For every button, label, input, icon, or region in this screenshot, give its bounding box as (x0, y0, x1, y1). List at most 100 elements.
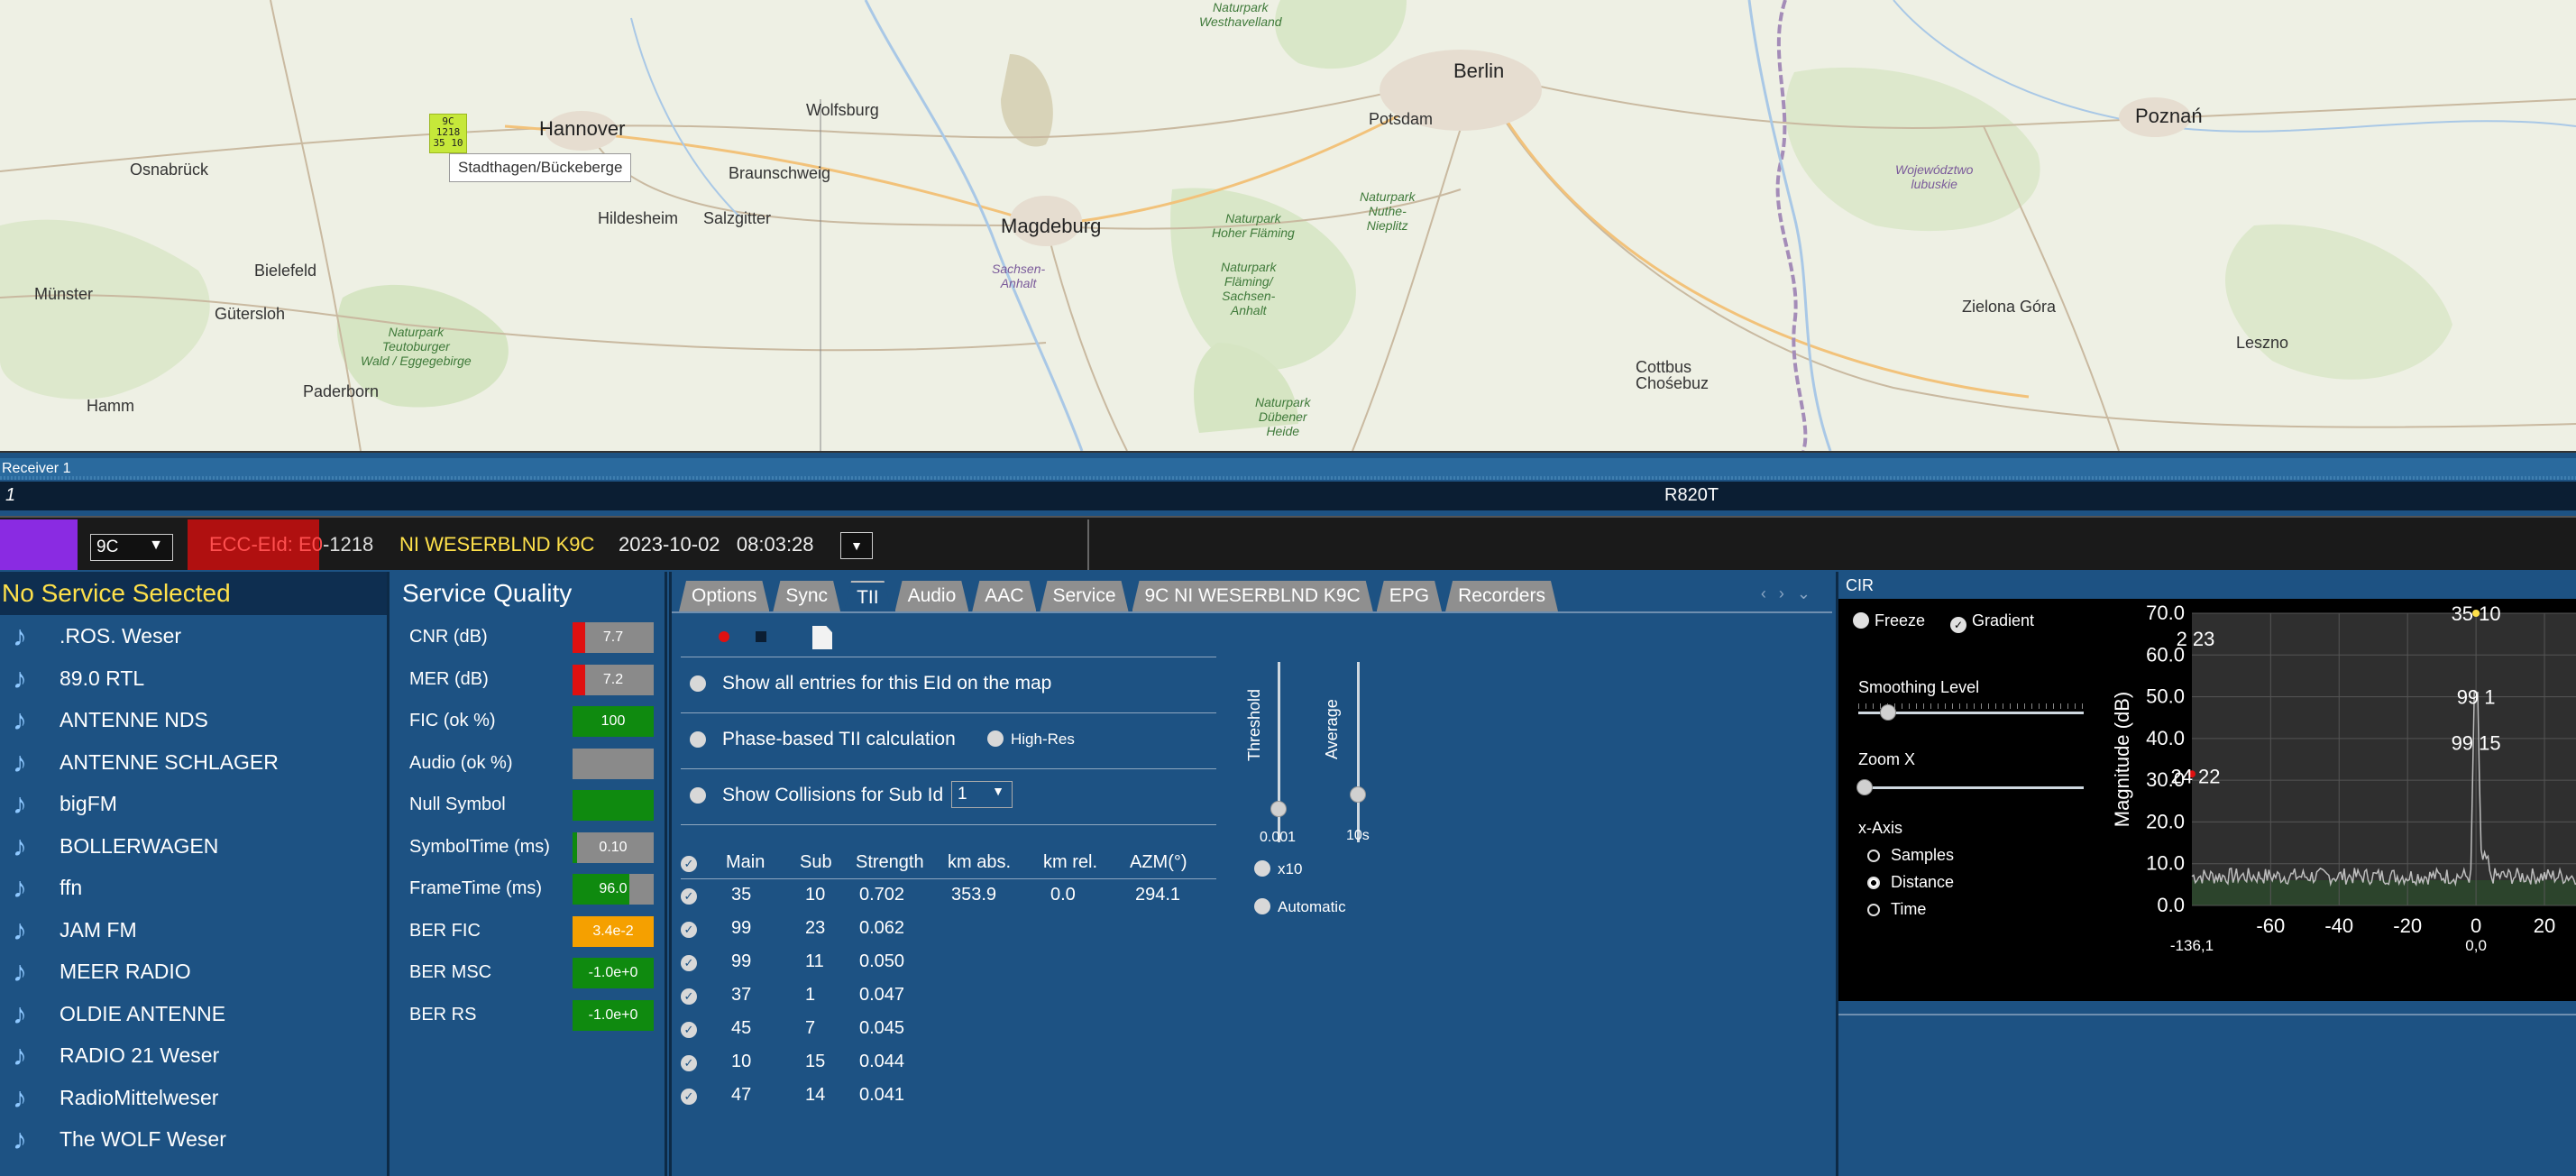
row-checkbox[interactable]: ✓ (681, 922, 697, 938)
table-cell (1130, 1012, 1211, 1045)
x-axis-option-samples[interactable]: Samples (1867, 846, 1954, 865)
phase-based-option[interactable]: Phase-based TII calculation (690, 729, 956, 750)
radio-button[interactable] (1867, 877, 1880, 889)
table-row[interactable]: ✓ 47 14 0.041 (681, 1079, 1211, 1112)
row-checkbox[interactable]: ✓ (681, 888, 697, 905)
zoom-slider[interactable] (1858, 786, 2084, 789)
row-checkbox[interactable]: ✓ (681, 955, 697, 971)
quality-row: FrameTime (ms) 96.0 (397, 867, 665, 909)
gradient-checkbox[interactable]: ✓ Gradient (1950, 611, 2034, 633)
table-row[interactable]: ✓ 35 10 0.702 353.9 0.0 294.1 (681, 878, 1211, 912)
channel-select[interactable]: 9C ▼ (90, 534, 173, 561)
average-slider-handle[interactable] (1350, 786, 1366, 803)
table-row[interactable]: ✓ 10 15 0.044 (681, 1045, 1211, 1079)
chevron-down-icon[interactable]: ⌄ (1797, 584, 1823, 602)
checkbox[interactable]: ✓ (1950, 617, 1966, 633)
zoom-slider-handle[interactable] (1856, 779, 1873, 795)
table-cell: 10 (731, 1052, 752, 1071)
divider (681, 824, 1216, 825)
service-item[interactable]: ♪ OLDIE ANTENNE (0, 993, 387, 1035)
quality-value: 0.10 (599, 839, 628, 855)
peak-label: 99 1 (2457, 686, 2496, 709)
tab-options[interactable]: Options (679, 581, 769, 611)
service-item[interactable]: ♪ MEER RADIO (0, 951, 387, 993)
high-res-option[interactable]: High-Res (987, 730, 1075, 749)
service-item[interactable]: ♪ .ROS. Weser (0, 615, 387, 657)
tab-9c-ni-weserblnd-k9c[interactable]: 9C NI WESERBLND K9C (1132, 581, 1373, 611)
table-cell: 353.9 (951, 885, 997, 905)
row-checkbox[interactable]: ✓ (681, 988, 697, 1005)
tab-navigation[interactable]: ‹›⌄ (1761, 584, 1823, 603)
radio-button[interactable] (690, 787, 706, 804)
menu-dropdown-button[interactable]: ▼ (840, 532, 873, 559)
radio-button[interactable] (690, 731, 706, 748)
chevron-right-icon[interactable]: › (1779, 584, 1797, 602)
table-cell: 0.050 (859, 951, 905, 971)
smoothing-slider-handle[interactable] (1880, 704, 1896, 721)
quality-label: BER MSC (409, 962, 492, 982)
radio-button[interactable] (1254, 898, 1270, 914)
music-note-icon: ♪ (13, 703, 27, 736)
quality-meter (573, 748, 654, 779)
table-row[interactable]: ✓ 37 1 0.047 (681, 978, 1211, 1012)
threshold-slider-handle[interactable] (1270, 801, 1287, 817)
tab-recorders[interactable]: Recorders (1445, 581, 1558, 611)
radio-button[interactable] (1254, 860, 1270, 877)
table-cell: 10 (805, 885, 826, 905)
service-item[interactable]: ♪ RADIO 21 Weser (0, 1034, 387, 1077)
x-axis-option-time[interactable]: Time (1867, 900, 1926, 919)
table-row[interactable]: ✓ 45 7 0.045 (681, 1012, 1211, 1045)
row-checkbox[interactable]: ✓ (681, 1089, 697, 1105)
chevron-left-icon[interactable]: ‹ (1761, 584, 1779, 602)
service-item[interactable]: ♪ ANTENNE SCHLAGER (0, 741, 387, 784)
radio-button[interactable] (1867, 904, 1880, 916)
tab-epg[interactable]: EPG (1377, 581, 1442, 611)
average-slider[interactable] (1357, 662, 1360, 842)
tab-service[interactable]: Service (1040, 581, 1128, 611)
radio-button[interactable] (987, 730, 1004, 747)
row-checkbox[interactable]: ✓ (681, 1055, 697, 1071)
music-note-icon: ♪ (13, 1039, 27, 1071)
tab-audio[interactable]: Audio (895, 581, 969, 611)
automatic-option[interactable]: Automatic (1254, 898, 1346, 916)
sub-id-select[interactable]: 1 ▼ (951, 781, 1013, 808)
x-axis-option-distance[interactable]: Distance (1867, 873, 1954, 892)
tab-tii[interactable]: TII (844, 581, 892, 611)
service-item[interactable]: ♪ ANTENNE NDS (0, 699, 387, 741)
transmitter-marker[interactable]: 9C 1218 35 10 (429, 114, 467, 153)
row-checkbox[interactable]: ✓ (681, 1022, 697, 1038)
checkbox[interactable] (1853, 612, 1869, 629)
x10-option[interactable]: x10 (1254, 860, 1302, 878)
map-city-label: Paderborn (303, 382, 380, 400)
service-item[interactable]: ♪ JAM FM (0, 909, 387, 951)
service-item[interactable]: ♪ The WOLF Weser (0, 1118, 387, 1161)
document-icon[interactable] (812, 626, 832, 649)
service-item[interactable]: ♪ bigFM (0, 783, 387, 825)
column-header: km abs. (948, 851, 1012, 872)
map-view[interactable]: Berlin Hannover Magdeburg Poznań Osnabrü… (0, 0, 2576, 453)
channel-value: 9C (96, 537, 119, 556)
record-icon[interactable] (719, 631, 729, 642)
select-all-checkbox[interactable]: ✓ (681, 855, 697, 872)
table-row[interactable]: ✓ 99 23 0.062 (681, 912, 1211, 945)
ecc-eid: ECC-EId: E0-1218 (209, 533, 374, 556)
tab-sync[interactable]: Sync (773, 581, 840, 611)
service-item[interactable]: ♪ BOLLERWAGEN (0, 825, 387, 868)
stop-icon[interactable] (756, 631, 766, 642)
show-all-option[interactable]: Show all entries for this EId on the map (690, 673, 1051, 694)
service-item[interactable]: ♪ 89.0 RTL (0, 657, 387, 700)
table-cell (1130, 1079, 1211, 1112)
table-cell: 35 (731, 885, 752, 905)
service-item[interactable]: ♪ ffn (0, 867, 387, 909)
table-row[interactable]: ✓ 99 11 0.050 (681, 945, 1211, 978)
freeze-checkbox[interactable]: Freeze (1853, 611, 1925, 630)
collisions-option[interactable]: Show Collisions for Sub Id (690, 785, 943, 806)
threshold-value: 0.001 (1260, 830, 1297, 845)
radio-button[interactable] (1867, 850, 1880, 862)
map-city-label: Leszno (2236, 334, 2289, 352)
tab-aac[interactable]: AAC (972, 581, 1036, 611)
quality-label: FrameTime (ms) (409, 878, 543, 898)
service-item[interactable]: ♪ RadioMittelweser (0, 1077, 387, 1119)
y-axis-label: Magnitude (dB) (2111, 692, 2133, 827)
radio-button[interactable] (690, 675, 706, 692)
